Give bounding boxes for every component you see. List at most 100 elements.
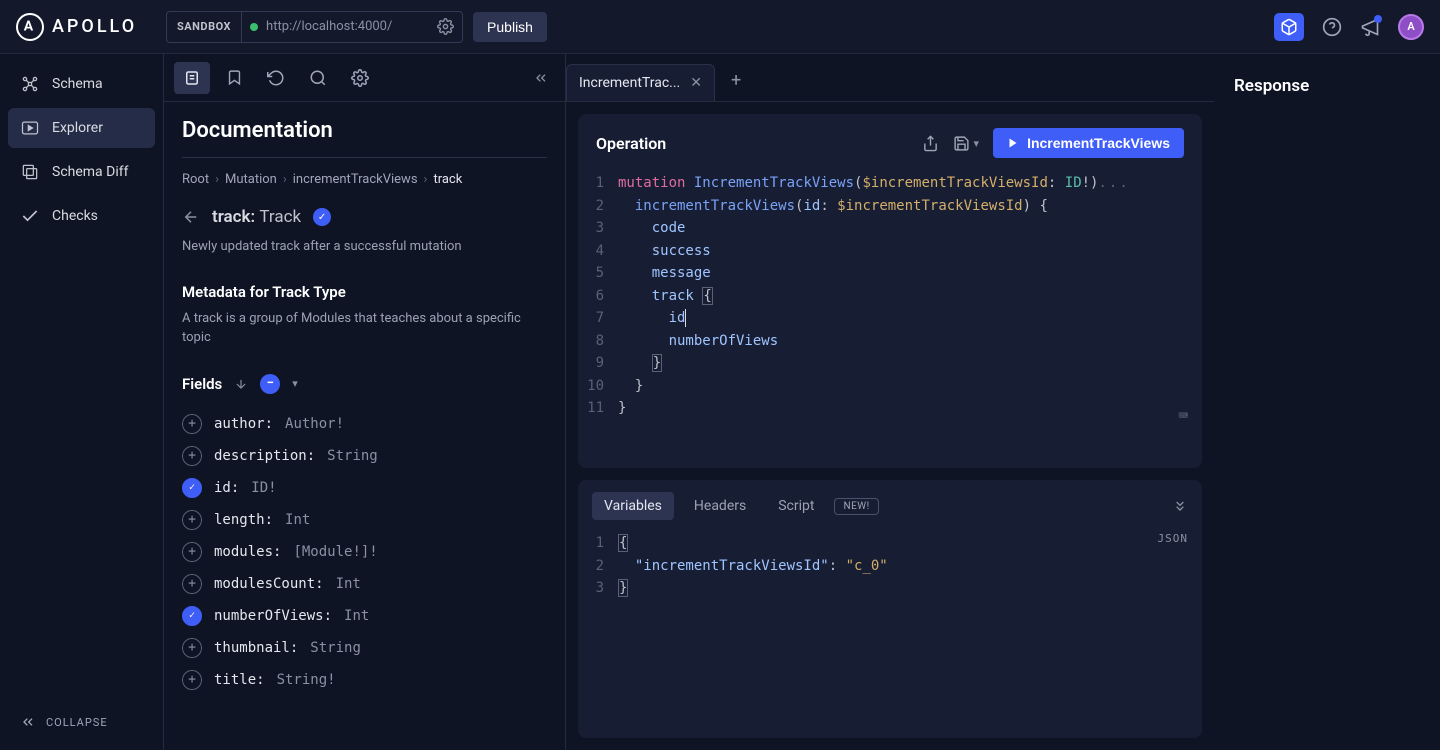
field-type[interactable]: Int: [336, 576, 361, 592]
tab-headers[interactable]: Headers: [682, 492, 758, 520]
add-tab-button[interactable]: +: [715, 60, 757, 101]
run-button[interactable]: IncrementTrackViews: [993, 128, 1184, 158]
field-selected-icon[interactable]: ✓: [182, 478, 202, 498]
documentation-panel: Documentation Root›Mutation›incrementTra…: [164, 54, 566, 750]
breadcrumb-current: track: [433, 172, 462, 187]
close-tab-icon[interactable]: ✕: [690, 75, 702, 91]
breadcrumb-item[interactable]: incrementTrackViews: [293, 172, 418, 187]
code-area[interactable]: mutation IncrementTrackViews($incrementT…: [618, 172, 1202, 420]
sidebar-item-checks[interactable]: Checks: [8, 196, 155, 236]
operation-editor[interactable]: 1234567891011 mutation IncrementTrackVie…: [578, 168, 1202, 436]
selected-check-icon[interactable]: ✓: [313, 208, 331, 226]
search-icon[interactable]: [300, 62, 336, 94]
breadcrumb: Root›Mutation›incrementTrackViews›track: [182, 172, 547, 187]
field-type[interactable]: Int: [285, 512, 310, 528]
megaphone-icon[interactable]: [1360, 17, 1380, 37]
back-arrow-icon[interactable]: [182, 208, 200, 226]
notification-dot-icon: [1374, 15, 1382, 23]
arrow-down-icon[interactable]: [234, 377, 248, 391]
field-add-icon[interactable]: +: [182, 446, 202, 466]
sidebar-item-schema-diff[interactable]: Schema Diff: [8, 152, 155, 192]
collapse-label: COLLAPSE: [46, 716, 108, 729]
sidebar-item-label: Schema: [52, 76, 103, 92]
field-add-icon[interactable]: +: [182, 414, 202, 434]
fields-label: Fields: [182, 375, 222, 393]
field-name[interactable]: id:: [214, 480, 239, 496]
field-name[interactable]: thumbnail:: [214, 640, 298, 656]
operation-card: Operation ▾ IncrementTrackViews: [578, 114, 1202, 468]
settings-icon[interactable]: [342, 62, 378, 94]
sidebar-item-schema[interactable]: Schema: [8, 64, 155, 104]
tab-script[interactable]: Script: [766, 492, 826, 520]
response-title: Response: [1234, 76, 1420, 96]
deselect-all-icon[interactable]: −: [260, 374, 280, 394]
collapse-doc-icon[interactable]: [527, 64, 555, 92]
status-dot-icon: [250, 23, 258, 31]
help-icon[interactable]: [1322, 17, 1342, 37]
breadcrumb-item[interactable]: Mutation: [225, 172, 277, 187]
field-add-icon[interactable]: +: [182, 574, 202, 594]
chevron-down-icon[interactable]: ▾: [292, 377, 298, 390]
run-button-label: IncrementTrackViews: [1027, 135, 1170, 151]
sandbox-url-box: SANDBOX http://localhost:4000/: [166, 11, 463, 43]
field-add-icon[interactable]: +: [182, 510, 202, 530]
share-icon[interactable]: [922, 135, 939, 152]
field-name[interactable]: modulesCount:: [214, 576, 324, 592]
field-add-icon[interactable]: +: [182, 542, 202, 562]
logo[interactable]: APOLLO: [16, 13, 166, 41]
field-type[interactable]: [Module!]!: [293, 544, 377, 560]
field-row: + modulesCount: Int: [182, 568, 547, 600]
field-type[interactable]: String: [310, 640, 361, 656]
keyboard-icon[interactable]: ⌨: [1178, 405, 1188, 428]
new-badge: NEW!: [834, 498, 878, 515]
tab-variables[interactable]: Variables: [592, 492, 674, 520]
field-row: + modules: [Module!]!: [182, 536, 547, 568]
gear-icon[interactable]: [437, 18, 454, 35]
documentation-tab-icon[interactable]: [174, 62, 210, 94]
chevron-down-icon: ▾: [974, 137, 980, 150]
operation-title: Operation: [596, 134, 666, 153]
collapse-variables-icon[interactable]: [1172, 498, 1188, 514]
collapse-sidebar-button[interactable]: COLLAPSE: [8, 704, 155, 740]
field-type[interactable]: String!: [277, 672, 336, 688]
field-row: + author: Author!: [182, 408, 547, 440]
field-type[interactable]: ID!: [251, 480, 276, 496]
sidebar-item-explorer[interactable]: Explorer: [8, 108, 155, 148]
gutter: 123: [578, 532, 618, 600]
variables-tabs: Variables Headers Script NEW!: [578, 480, 1202, 528]
field-name[interactable]: modules:: [214, 544, 281, 560]
play-icon: [1007, 137, 1019, 149]
field-row: + title: String!: [182, 664, 547, 696]
field-type[interactable]: String: [327, 448, 378, 464]
field-type[interactable]: Int: [344, 608, 369, 624]
variables-editor[interactable]: JSON 123 { "incrementTrackViewsId": "c_0…: [578, 528, 1202, 616]
avatar[interactable]: A: [1398, 14, 1424, 40]
save-icon[interactable]: ▾: [953, 135, 980, 152]
history-icon[interactable]: [258, 62, 294, 94]
field-type[interactable]: Author!: [285, 416, 344, 432]
field-name[interactable]: length:: [214, 512, 273, 528]
schema-icon: [20, 74, 40, 94]
diff-icon: [20, 162, 40, 182]
tab[interactable]: IncrementTrac... ✕: [566, 64, 715, 101]
field-add-icon[interactable]: +: [182, 638, 202, 658]
field-name[interactable]: description:: [214, 448, 315, 464]
field-name[interactable]: numberOfViews:: [214, 608, 332, 624]
gutter: 1234567891011: [578, 172, 618, 420]
tab-label: IncrementTrac...: [579, 75, 680, 91]
field-selected-icon[interactable]: ✓: [182, 606, 202, 626]
editor-tabs: IncrementTrac... ✕ +: [566, 54, 1214, 102]
breadcrumb-item[interactable]: Root: [182, 172, 209, 187]
bookmark-icon[interactable]: [216, 62, 252, 94]
package-icon[interactable]: [1274, 13, 1304, 41]
field-header: track: Track ✓: [182, 207, 547, 227]
publish-button[interactable]: Publish: [473, 12, 547, 42]
field-add-icon[interactable]: +: [182, 670, 202, 690]
code-area[interactable]: { "incrementTrackViewsId": "c_0"}: [618, 532, 1202, 600]
center-panel: IncrementTrac... ✕ + Operation ▾: [566, 54, 1214, 750]
url-input-wrap[interactable]: http://localhost:4000/: [242, 18, 462, 35]
variables-card: Variables Headers Script NEW! JSON 123 {…: [578, 480, 1202, 738]
top-right-actions: A: [1274, 13, 1424, 41]
field-name[interactable]: author:: [214, 416, 273, 432]
field-name[interactable]: title:: [214, 672, 265, 688]
